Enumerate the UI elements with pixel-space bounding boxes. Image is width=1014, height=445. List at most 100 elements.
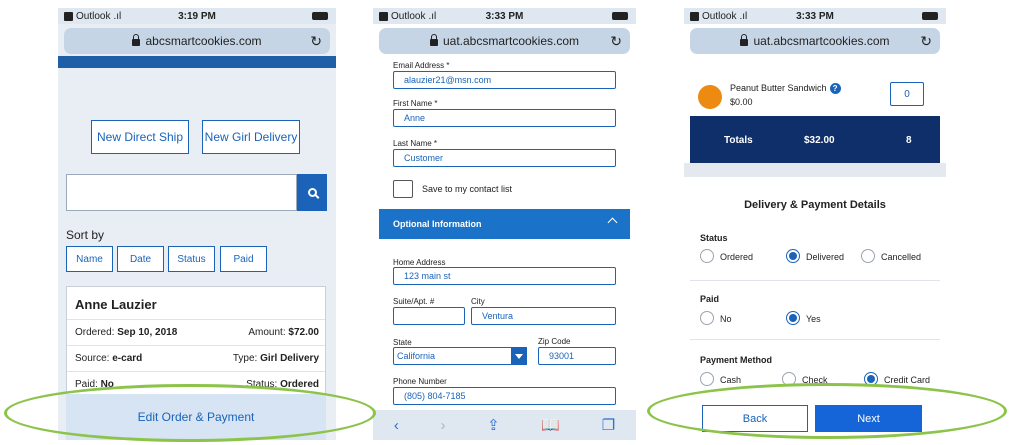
next-button[interactable]: Next xyxy=(815,405,922,432)
chevron-down-icon xyxy=(515,353,523,359)
city-label: City xyxy=(471,297,485,306)
phone-label: Phone Number xyxy=(393,377,447,386)
status-bar: Outlook .ıl 3:33 PM xyxy=(684,8,946,24)
status-cancelled-label: Cancelled xyxy=(881,252,922,262)
status-section-label: Status xyxy=(700,233,728,243)
first-name-field[interactable]: Anne xyxy=(393,109,616,127)
paid-section-label: Paid xyxy=(700,294,720,304)
reload-icon[interactable]: ↻ xyxy=(920,33,932,50)
type-value: Girl Delivery xyxy=(260,353,319,364)
sort-name-button[interactable]: Name xyxy=(66,246,113,272)
back-arrow-icon[interactable]: ‹ xyxy=(394,417,399,434)
bookmarks-icon[interactable]: 📖 xyxy=(541,416,560,434)
method-cash-label: Cash xyxy=(720,375,742,385)
paid-yes-radio[interactable] xyxy=(786,311,800,325)
method-check-radio[interactable] xyxy=(782,372,796,386)
clock: 3:33 PM xyxy=(796,10,834,22)
state-dropdown-button[interactable] xyxy=(511,347,527,365)
paid-no-label: No xyxy=(720,314,732,324)
url-text: uat.abcsmartcookies.com xyxy=(442,34,580,48)
status-bar: Outlook .ıl 3:33 PM xyxy=(373,8,636,24)
edit-order-payment-button[interactable]: Edit Order & Payment xyxy=(66,394,326,440)
forward-arrow-icon[interactable]: › xyxy=(440,417,445,434)
url-text: abcsmartcookies.com xyxy=(145,34,262,48)
state-label: State xyxy=(393,338,412,347)
optional-information-header[interactable]: Optional Information xyxy=(379,209,630,239)
product-name: Peanut Butter Sandwich xyxy=(730,83,827,93)
zip-label: Zip Code xyxy=(538,337,571,346)
phone-screen-payment-details: Outlook .ıl 3:33 PM uat.abcsmartcookies.c… xyxy=(684,8,946,440)
last-name-label: Last Name * xyxy=(393,139,438,148)
paid-yes-label: Yes xyxy=(806,314,821,324)
state-select[interactable]: California xyxy=(393,347,527,365)
browser-toolbar: ‹ › ⇪ 📖 ❐ xyxy=(373,410,636,440)
status-ordered-radio[interactable] xyxy=(700,249,714,263)
tabs-icon[interactable]: ❐ xyxy=(602,416,615,434)
method-check-label: Check xyxy=(802,375,828,385)
source-label: Source: xyxy=(75,353,110,364)
totals-amount: $32.00 xyxy=(804,135,835,146)
totals-bar: Totals $32.00 8 xyxy=(690,116,940,163)
new-girl-delivery-button[interactable]: New Girl Delivery xyxy=(202,120,300,154)
chevron-up-icon xyxy=(607,217,618,228)
email-field[interactable]: alauzier21@msn.com xyxy=(393,71,616,89)
help-icon[interactable]: ? xyxy=(829,83,841,94)
payment-details-card: Delivery & Payment Details Status Ordere… xyxy=(690,177,940,398)
save-contact-checkbox[interactable] xyxy=(393,180,413,198)
sort-status-button[interactable]: Status xyxy=(168,246,215,272)
quantity-field[interactable]: 0 xyxy=(890,82,924,106)
type-label: Type: xyxy=(232,353,258,364)
ordered-value: Sep 10, 2018 xyxy=(117,327,178,338)
lock-icon xyxy=(429,33,438,46)
new-direct-ship-button[interactable]: New Direct Ship xyxy=(91,120,189,154)
battery-icon xyxy=(612,12,628,20)
phone-field[interactable]: (805) 804-7185 xyxy=(393,387,616,405)
payment-method-label: Payment Method xyxy=(700,355,773,365)
status-value: Ordered xyxy=(280,379,319,390)
address-label: Home Address xyxy=(393,258,446,267)
amount-value: $72.00 xyxy=(288,327,319,338)
address-field[interactable]: 123 main st xyxy=(393,267,616,285)
reload-icon[interactable]: ↻ xyxy=(310,33,322,50)
search-input[interactable] xyxy=(66,174,297,211)
paid-no-radio[interactable] xyxy=(700,311,714,325)
clock: 3:19 PM xyxy=(178,10,216,22)
status-delivered-label: Delivered xyxy=(806,252,845,262)
optional-information-label: Optional Information xyxy=(393,219,482,229)
city-field[interactable]: Ventura xyxy=(471,307,616,325)
status-delivered-radio[interactable] xyxy=(786,249,800,263)
method-cash-radio[interactable] xyxy=(700,372,714,386)
paid-value: No xyxy=(100,379,114,390)
zip-field[interactable]: 93001 xyxy=(538,347,616,365)
url-bar[interactable]: uat.abcsmartcookies.com ↻ xyxy=(690,28,940,54)
sort-by-label: Sort by xyxy=(66,228,105,242)
search-button[interactable] xyxy=(297,174,327,211)
product-icon xyxy=(698,85,722,109)
totals-count: 8 xyxy=(906,135,912,146)
sort-paid-button[interactable]: Paid xyxy=(220,246,267,272)
ordered-label: Ordered: xyxy=(75,327,115,338)
suite-label: Suite/Apt. # xyxy=(393,297,435,306)
save-contact-label: Save to my contact list xyxy=(422,184,513,194)
url-text: uat.abcsmartcookies.com xyxy=(753,34,890,48)
phone-screen-order-list: Outlook .ıl 3:19 PM abcsmartcookies.com ↻… xyxy=(58,8,336,440)
status-bar: Outlook .ıl 3:19 PM xyxy=(58,8,336,24)
url-bar[interactable]: abcsmartcookies.com ↻ xyxy=(64,28,330,54)
share-icon[interactable]: ⇪ xyxy=(487,416,500,434)
reload-icon[interactable]: ↻ xyxy=(610,33,622,50)
header-band xyxy=(58,56,336,68)
back-button[interactable]: Back xyxy=(702,405,808,432)
sort-date-button[interactable]: Date xyxy=(117,246,164,272)
url-bar[interactable]: uat.abcsmartcookies.com ↻ xyxy=(379,28,630,54)
email-label: Email Address * xyxy=(393,61,450,70)
paid-label: Paid: xyxy=(75,379,98,390)
source-value: e-card xyxy=(112,353,143,364)
battery-icon xyxy=(922,12,938,20)
suite-field[interactable] xyxy=(393,307,465,325)
battery-icon xyxy=(312,12,328,20)
customer-name: Anne Lauzier xyxy=(75,297,157,312)
last-name-field[interactable]: Customer xyxy=(393,149,616,167)
status-cancelled-radio[interactable] xyxy=(861,249,875,263)
method-credit-card-label: Credit Card xyxy=(884,375,931,385)
method-credit-card-radio[interactable] xyxy=(864,372,878,386)
